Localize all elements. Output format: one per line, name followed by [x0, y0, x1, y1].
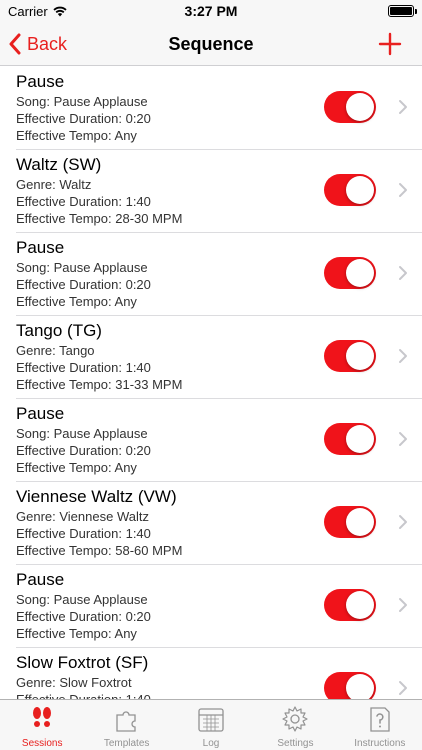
- battery-icon: [388, 5, 417, 17]
- tab-log[interactable]: Log: [169, 700, 253, 750]
- tab-templates[interactable]: Templates: [84, 700, 168, 750]
- toggle-knob: [346, 176, 374, 204]
- item-detail-line-3: Effective Tempo: Any: [16, 294, 137, 309]
- item-detail-line-1: Genre: Viennese Waltz: [16, 509, 149, 524]
- item-title: Pause: [16, 72, 65, 91]
- item-detail-line-1: Genre: Slow Foxtrot: [16, 675, 132, 690]
- item-detail-line-3: Effective Tempo: 58-60 MPM: [16, 543, 183, 558]
- item-detail-line-2: Effective Duration: 1:40: [16, 360, 151, 375]
- tab-label: Log: [202, 738, 220, 749]
- tab-label: Settings: [277, 738, 314, 749]
- item-detail-line-1: Song: Pause Applause: [16, 94, 148, 109]
- enabled-toggle[interactable]: [324, 423, 376, 455]
- chevron-right-icon: [399, 183, 407, 197]
- enabled-toggle[interactable]: [324, 174, 376, 206]
- tab-label: Instructions: [354, 738, 406, 749]
- enabled-toggle[interactable]: [324, 672, 376, 699]
- tab-label: Templates: [103, 738, 150, 749]
- calendar-icon: [198, 708, 224, 732]
- list-item[interactable]: Waltz (SW) Genre: Waltz Effective Duration…: [16, 150, 422, 233]
- item-detail-line-3: Effective Tempo: Any: [16, 128, 137, 143]
- item-detail-line-2: Effective Duration: 0:20: [16, 609, 151, 624]
- question-icon: [370, 707, 390, 732]
- toggle-knob: [346, 591, 374, 619]
- page-title: Sequence: [168, 34, 254, 54]
- item-detail-line-2: Effective Duration: 1:40: [16, 194, 151, 209]
- item-title: Waltz (SW): [16, 155, 102, 174]
- list-item[interactable]: Pause Song: Pause Applause Effective Durat…: [16, 233, 422, 316]
- chevron-right-icon: [399, 598, 407, 612]
- list-item[interactable]: Viennese Waltz (VW) Genre: Viennese Waltz…: [16, 482, 422, 565]
- list-item[interactable]: Pause Song: Pause Applause Effective Durat…: [16, 565, 422, 648]
- toggle-knob: [346, 508, 374, 536]
- toggle-knob: [346, 259, 374, 287]
- list-item[interactable]: Slow Foxtrot (SF) Genre: Slow Foxtrot Effe…: [16, 648, 422, 699]
- tab-instructions[interactable]: Instructions: [338, 700, 422, 750]
- item-detail-line-2: Effective Duration: 1:40: [16, 692, 151, 699]
- item-detail-line-1: Song: Pause Applause: [16, 592, 148, 607]
- item-detail-line-3: Effective Tempo: Any: [16, 460, 137, 475]
- chevron-right-icon: [399, 681, 407, 695]
- chevron-right-icon: [399, 432, 407, 446]
- item-title: Pause: [16, 404, 65, 423]
- footprints-icon: [33, 707, 52, 727]
- item-detail-line-1: Song: Pause Applause: [16, 426, 148, 441]
- item-title: Slow Foxtrot (SF): [16, 653, 149, 672]
- enabled-toggle[interactable]: [324, 257, 376, 289]
- enabled-toggle[interactable]: [324, 91, 376, 123]
- item-detail-line-2: Effective Duration: 1:40: [16, 526, 151, 541]
- item-detail-line-2: Effective Duration: 0:20: [16, 443, 151, 458]
- tab-sessions[interactable]: Sessions: [0, 700, 84, 750]
- item-detail-line-3: Effective Tempo: 28-30 MPM: [16, 211, 183, 226]
- status-bar: Carrier 3:27 PM: [0, 0, 422, 22]
- toggle-knob: [346, 93, 374, 121]
- item-detail-line-1: Genre: Waltz: [16, 177, 92, 192]
- add-button[interactable]: [374, 28, 406, 60]
- tab-bar: Sessions Templates Log Settings Instructions: [0, 699, 422, 750]
- list-item[interactable]: Pause Song: Pause Applause Effective Durat…: [16, 67, 422, 150]
- item-detail-line-3: Effective Tempo: 31-33 MPM: [16, 377, 183, 392]
- tab-settings[interactable]: Settings: [253, 700, 337, 750]
- status-time: 3:27 PM: [184, 3, 238, 19]
- item-detail-line-2: Effective Duration: 0:20: [16, 111, 151, 126]
- toggle-knob: [346, 674, 374, 699]
- list-item[interactable]: Tango (TG) Genre: Tango Effective Duration…: [16, 316, 422, 399]
- chevron-right-icon: [399, 266, 407, 280]
- enabled-toggle[interactable]: [324, 340, 376, 372]
- item-title: Pause: [16, 570, 65, 589]
- toggle-knob: [346, 425, 374, 453]
- tab-label: Sessions: [21, 738, 63, 749]
- chevron-right-icon: [399, 100, 407, 114]
- list-item[interactable]: Pause Song: Pause Applause Effective Durat…: [16, 399, 422, 482]
- sequence-list: Pause Song: Pause Applause Effective Durat…: [0, 67, 422, 699]
- item-detail-line-2: Effective Duration: 0:20: [16, 277, 151, 292]
- item-detail-line-1: Song: Pause Applause: [16, 260, 148, 275]
- enabled-toggle[interactable]: [324, 589, 376, 621]
- chevron-right-icon: [399, 349, 407, 363]
- navigation-bar: Back Sequence: [0, 22, 422, 66]
- chevron-right-icon: [399, 515, 407, 529]
- item-title: Pause: [16, 238, 65, 257]
- enabled-toggle[interactable]: [324, 506, 376, 538]
- gear-icon: [282, 706, 309, 732]
- puzzle-icon: [115, 711, 136, 732]
- item-detail-line-3: Effective Tempo: Any: [16, 626, 137, 641]
- item-title: Viennese Waltz (VW): [16, 487, 177, 506]
- item-title: Tango (TG): [16, 321, 102, 340]
- toggle-knob: [346, 342, 374, 370]
- item-detail-line-1: Genre: Tango: [16, 343, 95, 358]
